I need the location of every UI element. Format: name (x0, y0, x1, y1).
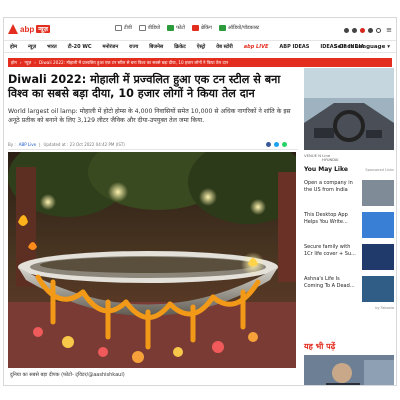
byline-prefix: By : (8, 142, 16, 147)
tv-icon (115, 25, 122, 31)
breadcrumb-current: Diwali 2022: मोहाली में प्रज्वलित हुआ एक… (38, 59, 229, 65)
search-icon[interactable] (376, 27, 382, 33)
sponsored-item[interactable]: Ashna's Life Is Coming To A Dead... (304, 276, 394, 308)
logo-mark-icon (8, 24, 18, 34)
breadcrumb-separator: › (34, 60, 36, 65)
podcast-icon (218, 25, 226, 31)
sponsored-title: You May Like (304, 166, 348, 173)
top-link-label: फोटो (176, 25, 186, 31)
youtube-icon[interactable] (360, 27, 366, 33)
top-link-label: वीडियो (147, 25, 161, 31)
sponsored-item-text: Ashna's Life Is Coming To A Dead... (304, 276, 355, 289)
nav-item-home[interactable]: होम (4, 44, 22, 50)
ad-brand: HYUNDAI (322, 158, 339, 162)
article-headline: Diwali 2022: मोहाली में प्रज्वलित हुआ एक… (8, 73, 281, 100)
video-icon (138, 25, 146, 31)
advertisement-banner[interactable] (304, 68, 394, 150)
breadcrumb-separator: › (19, 60, 22, 65)
breaking-icon (192, 25, 200, 31)
nav-item-news[interactable]: न्यूज़ (22, 44, 41, 50)
sponsored-item[interactable]: This Desktop App Helps You Write... (304, 212, 394, 244)
nav-item-astro[interactable]: ऐस्ट्रो (191, 44, 211, 50)
site-logo[interactable]: abp न्यूज़ (8, 24, 50, 34)
breadcrumb: होम › न्यूज़ › Diwali 2022: मोहाली में प… (8, 58, 392, 67)
logo-badge: न्यूज़ (36, 25, 50, 33)
sponsored-item-text: This Desktop App Helps You Write... (304, 212, 348, 225)
sponsored-list: Open a company in the US from India This… (304, 180, 394, 308)
top-bar: abp न्यूज़ टीवी वीडियो फोटो ब्रेकिंग ऑडि… (4, 18, 396, 40)
language-select-label: Select Language (333, 44, 386, 50)
breadcrumb-home[interactable]: होम (11, 60, 17, 66)
chevron-down-icon: ▾ (387, 44, 390, 50)
nav-item-web-story[interactable]: वेब स्टोरी (210, 44, 237, 50)
nav-item-cricket[interactable]: क्रिकेट (168, 44, 191, 50)
nav-item-t20wc[interactable]: टी-20 WC (62, 44, 97, 50)
sponsored-item-thumbnail (362, 276, 394, 302)
twitter-icon[interactable] (352, 27, 358, 33)
top-link-breaking[interactable]: ब्रेकिंग (192, 25, 212, 31)
browser-frame: abp न्यूज़ टीवी वीडियो फोटो ब्रेकिंग ऑडि… (3, 17, 397, 386)
byline-separator: | (39, 142, 41, 147)
sponsored-label[interactable]: Sponsored Links (365, 168, 394, 172)
language-select[interactable]: Select Language ▾ (334, 44, 390, 50)
top-link-label: ब्रेकिंग (201, 25, 212, 31)
whatsapp-share-icon[interactable] (282, 142, 287, 147)
share-buttons (266, 142, 287, 147)
nav-item-abp-live[interactable]: abp LIVE (238, 44, 274, 50)
nav-item-states[interactable]: राज्य (123, 44, 143, 50)
social-links: ≡ (344, 26, 392, 34)
sponsored-widget: You May Like Sponsored Links Open a comp… (304, 166, 394, 310)
top-link-podcast[interactable]: ऑडियो/पॉडकास्ट (218, 25, 260, 31)
nav-item-business[interactable]: बिजनेस (143, 44, 168, 50)
updated-time: Updated at : 23 Oct 2022 04:42 PM (IST) (43, 142, 125, 147)
breadcrumb-news[interactable]: न्यूज़ (25, 60, 32, 66)
nav-item-india[interactable]: भारत (41, 44, 62, 50)
sponsored-item-thumbnail (362, 180, 394, 206)
top-link-label: टीवी (124, 25, 132, 31)
sponsored-item-text: Open a company in the US from India (304, 180, 353, 193)
author-link[interactable]: ABP Live (19, 142, 36, 147)
top-link-photo[interactable]: फोटो (167, 25, 185, 31)
read-also-heading: यह भी पढ़ें (304, 342, 336, 351)
sponsored-item-thumbnail (362, 212, 394, 238)
top-link-label: ऑडियो/पॉडकास्ट (227, 25, 260, 31)
divider (8, 149, 298, 150)
facebook-share-icon[interactable] (266, 142, 271, 147)
top-link-tv[interactable]: टीवी (115, 25, 132, 31)
main-nav: होम न्यूज़ भारत टी-20 WC मनोरंजन राज्य ब… (4, 40, 396, 53)
article-byline: By : ABP Live | Updated at : 23 Oct 2022… (8, 142, 125, 147)
article-hero-image[interactable] (8, 152, 296, 368)
facebook-icon[interactable] (344, 27, 350, 33)
sponsored-header: You May Like Sponsored Links (304, 166, 394, 173)
logo-text: abp (20, 24, 35, 34)
sponsored-item[interactable]: Secure family with 1Cr life cover + Su..… (304, 244, 394, 276)
article-summary: World largest oil lamp: मोहाली में होटो … (8, 108, 291, 124)
read-also-thumbnail[interactable] (304, 355, 394, 385)
nav-item-abp-ideas[interactable]: ABP IDEAS (273, 44, 314, 50)
top-link-video[interactable]: वीडियो (138, 25, 161, 31)
sponsored-item[interactable]: Open a company in the US from India (304, 180, 394, 212)
photo-icon (167, 25, 175, 31)
instagram-icon[interactable] (368, 27, 374, 33)
nav-item-entertainment[interactable]: मनोरंजन (97, 44, 124, 50)
menu-icon[interactable]: ≡ (386, 26, 392, 34)
twitter-share-icon[interactable] (274, 142, 279, 147)
sponsored-item-text: Secure family with 1Cr life cover + Su..… (304, 244, 356, 257)
top-links: टीवी वीडियो फोटो ब्रेकिंग ऑडियो/पॉडकास्ट (115, 25, 259, 31)
image-caption: दुनिया का सबसे बड़ा दीपक (फोटो- ट्विटर/@… (10, 372, 125, 378)
sponsored-item-thumbnail (362, 244, 394, 270)
